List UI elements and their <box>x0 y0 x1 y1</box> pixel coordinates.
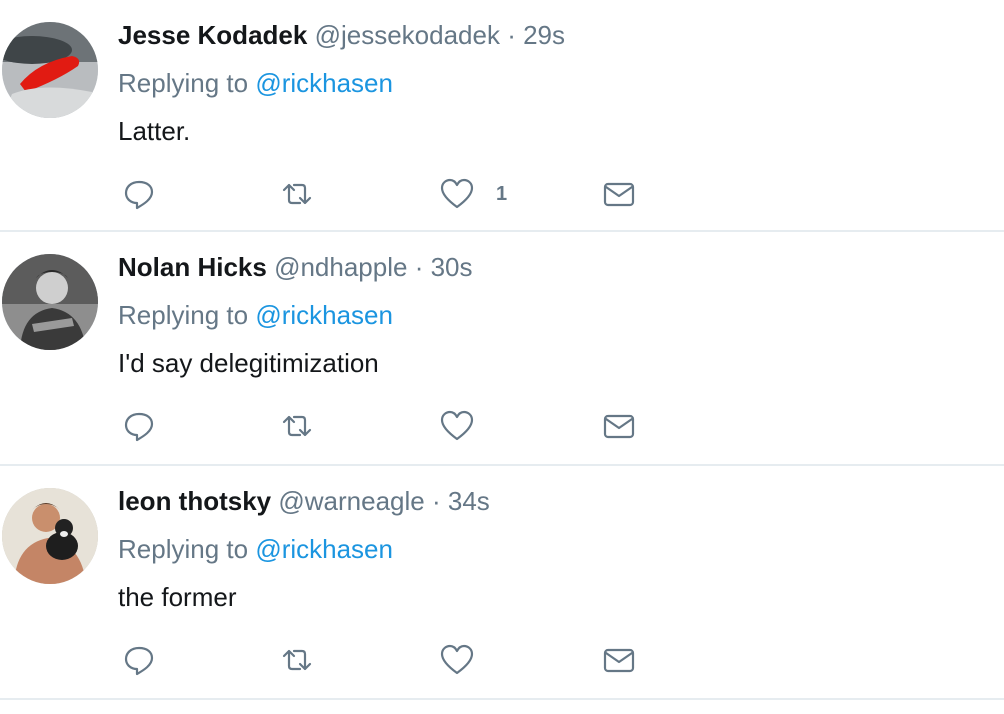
handle[interactable]: @ndhapple <box>274 252 407 282</box>
replying-label: Replying to <box>118 68 249 98</box>
replying-to: Replying to @rickhasen <box>118 66 393 100</box>
replying-label: Replying to <box>118 534 249 564</box>
reply-button[interactable] <box>122 406 156 446</box>
replying-label: Replying to <box>118 300 249 330</box>
retweet-icon <box>282 415 312 437</box>
handle[interactable]: @jessekodadek <box>315 20 500 50</box>
like-button[interactable]: 1 <box>440 174 507 214</box>
tweet[interactable]: leon thotsky @warneagle · 34s Replying t… <box>0 466 1004 700</box>
retweet-button[interactable] <box>280 406 314 446</box>
display-name[interactable]: Jesse Kodadek <box>118 20 307 50</box>
envelope-icon <box>603 414 635 439</box>
tweet-header: Jesse Kodadek @jessekodadek · 29s <box>118 18 565 52</box>
reply-button[interactable] <box>122 174 156 214</box>
avatar-photo <box>2 22 98 118</box>
retweet-icon <box>282 183 312 205</box>
tweet-text: I'd say delegitimization <box>118 348 379 378</box>
heart-icon <box>440 410 474 441</box>
tweet-text: the former <box>118 582 237 612</box>
direct-message-button[interactable] <box>602 406 636 446</box>
direct-message-button[interactable] <box>602 640 636 680</box>
replying-to: Replying to @rickhasen <box>118 532 393 566</box>
reply-icon <box>124 412 154 442</box>
replying-to: Replying to @rickhasen <box>118 298 393 332</box>
avatar-photo <box>2 254 98 350</box>
timestamp[interactable]: 34s <box>448 486 490 516</box>
retweet-icon <box>282 649 312 671</box>
envelope-icon <box>603 182 635 207</box>
like-button[interactable] <box>440 406 496 446</box>
retweet-button[interactable] <box>280 174 314 214</box>
separator: · <box>414 252 424 282</box>
display-name[interactable]: Nolan Hicks <box>118 252 267 282</box>
heart-icon <box>440 178 474 209</box>
like-count: 1 <box>496 182 508 205</box>
avatar-photo <box>2 488 98 584</box>
reply-icon <box>124 646 154 676</box>
reply-feed: Jesse Kodadek @jessekodadek · 29s Replyi… <box>0 0 1004 700</box>
retweet-button[interactable] <box>280 640 314 680</box>
tweet-header: Nolan Hicks @ndhapple · 30s <box>118 250 473 284</box>
action-bar <box>118 640 678 680</box>
tweet-header: leon thotsky @warneagle · 34s <box>118 484 490 518</box>
avatar[interactable] <box>2 22 98 118</box>
mention-link[interactable]: @rickhasen <box>255 534 393 564</box>
direct-message-button[interactable] <box>602 174 636 214</box>
separator: · <box>507 20 516 50</box>
display-name[interactable]: leon thotsky <box>118 486 271 516</box>
tweet-text: Latter. <box>118 116 191 146</box>
tweet[interactable]: Nolan Hicks @ndhapple · 30s Replying to … <box>0 232 1004 466</box>
mention-link[interactable]: @rickhasen <box>255 68 393 98</box>
timestamp[interactable]: 29s <box>523 20 565 50</box>
handle[interactable]: @warneagle <box>278 486 424 516</box>
heart-icon <box>440 644 474 675</box>
separator: · <box>431 486 441 516</box>
reply-icon <box>124 180 154 210</box>
like-button[interactable] <box>440 640 496 680</box>
mention-link[interactable]: @rickhasen <box>255 300 393 330</box>
envelope-icon <box>603 648 635 673</box>
avatar[interactable] <box>2 488 98 584</box>
action-bar <box>118 406 678 446</box>
timestamp[interactable]: 30s <box>431 252 473 282</box>
reply-button[interactable] <box>122 640 156 680</box>
avatar[interactable] <box>2 254 98 350</box>
action-bar: 1 <box>118 174 678 214</box>
tweet[interactable]: Jesse Kodadek @jessekodadek · 29s Replyi… <box>0 0 1004 232</box>
